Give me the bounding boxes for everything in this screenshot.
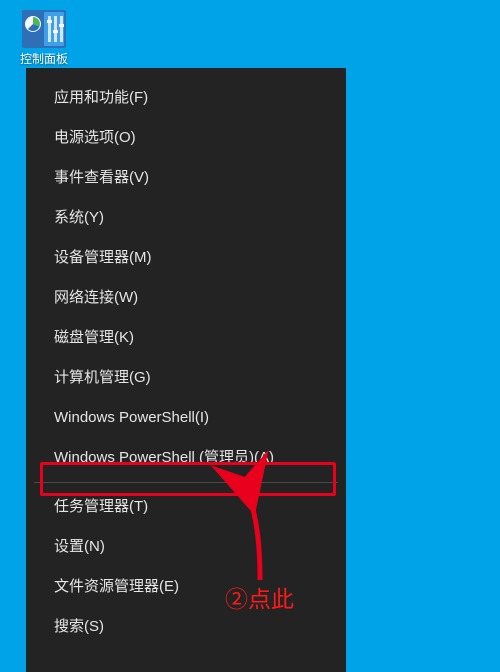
menu-item-system[interactable]: 系统(Y) xyxy=(26,198,346,238)
desktop-icon-label: 控制面板 xyxy=(8,52,80,66)
menu-item-powershell-admin[interactable]: Windows PowerShell (管理员)(A) xyxy=(26,438,346,478)
menu-item-settings[interactable]: 设置(N) xyxy=(26,527,346,567)
menu-item-task-manager[interactable]: 任务管理器(T) xyxy=(26,487,346,527)
control-panel-icon xyxy=(22,10,66,48)
winx-context-menu: 应用和功能(F) 电源选项(O) 事件查看器(V) 系统(Y) 设备管理器(M)… xyxy=(26,68,346,672)
menu-item-event-viewer[interactable]: 事件查看器(V) xyxy=(26,158,346,198)
menu-item-file-explorer[interactable]: 文件资源管理器(E) xyxy=(26,567,346,607)
desktop-icon-control-panel[interactable]: 控制面板 xyxy=(18,10,70,66)
menu-item-computer-management[interactable]: 计算机管理(G) xyxy=(26,358,346,398)
menu-item-apps-features[interactable]: 应用和功能(F) xyxy=(26,78,346,118)
menu-item-device-manager[interactable]: 设备管理器(M) xyxy=(26,238,346,278)
menu-divider xyxy=(34,482,338,483)
menu-item-network-connections[interactable]: 网络连接(W) xyxy=(26,278,346,318)
menu-item-disk-management[interactable]: 磁盘管理(K) xyxy=(26,318,346,358)
menu-item-power-options[interactable]: 电源选项(O) xyxy=(26,118,346,158)
menu-item-powershell[interactable]: Windows PowerShell(I) xyxy=(26,398,346,438)
menu-item-search[interactable]: 搜索(S) xyxy=(26,607,346,647)
